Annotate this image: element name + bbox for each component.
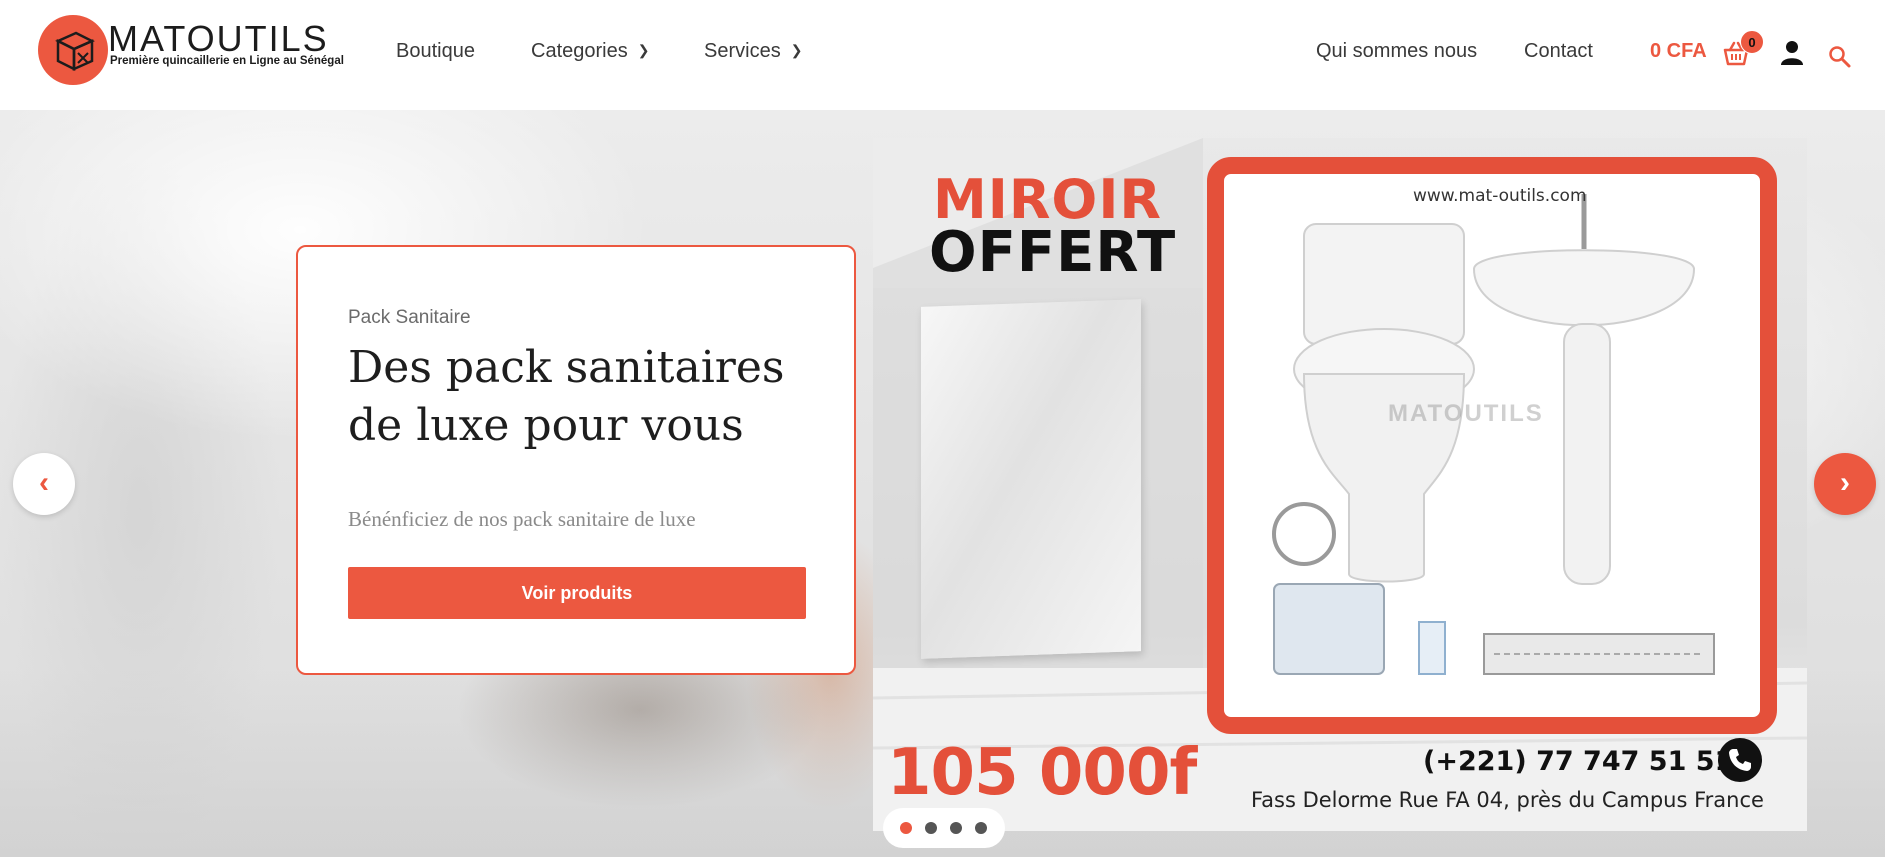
promo-address: Fass Delorme Rue FA 04, près du Campus F… xyxy=(1251,788,1764,812)
slide-subtitle: Bénénficiez de nos pack sanitaire de lux… xyxy=(348,507,696,531)
nav-label: Contact xyxy=(1524,40,1593,62)
logo-wordmark: MATOUTILS xyxy=(108,18,329,59)
nav-about[interactable]: Qui sommes nous xyxy=(1316,40,1477,63)
slider-dot-active[interactable] xyxy=(900,822,912,834)
slide-title: Des pack sanitaires de luxe pour vous xyxy=(348,342,785,451)
promo-image: MIROIR OFFERT www.mat-outils.com MATOUTI… xyxy=(873,138,1807,831)
search-icon[interactable] xyxy=(1828,45,1852,69)
user-icon[interactable] xyxy=(1780,40,1804,66)
chevron-down-icon: ❯ xyxy=(790,42,803,58)
product-frame xyxy=(1207,157,1777,734)
nav-services[interactable]: Services ❯ xyxy=(704,40,802,63)
slide-card: Pack Sanitaire Des pack sanitaires de lu… xyxy=(296,245,856,675)
nav-label: Services xyxy=(704,40,781,62)
promo-headline-2: OFFERT xyxy=(929,220,1177,285)
promo-website: www.mat-outils.com xyxy=(1413,186,1587,206)
chevron-down-icon: ❯ xyxy=(637,42,650,58)
slider-dot[interactable] xyxy=(975,822,987,834)
nav-label: Categories xyxy=(531,40,628,62)
nav-categories[interactable]: Categories ❯ xyxy=(531,40,649,63)
logo-box-icon xyxy=(38,15,108,85)
slider-pagination xyxy=(883,808,1005,848)
promo-phone: (+221) 77 747 51 51 xyxy=(1423,746,1734,777)
slider-dot[interactable] xyxy=(925,822,937,834)
logo-tagline: Première quincaillerie en Ligne au Sénég… xyxy=(110,55,344,67)
nav-label: Boutique xyxy=(396,40,475,62)
cart-count-badge: 0 xyxy=(1740,30,1764,54)
slider-prev-button[interactable]: ‹ xyxy=(13,453,75,515)
slide-kicker: Pack Sanitaire xyxy=(348,307,471,328)
slider-next-button[interactable]: › xyxy=(1814,453,1876,515)
chevron-right-icon: › xyxy=(1840,466,1850,499)
cart-total[interactable]: 0 CFA xyxy=(1650,40,1707,63)
watermark-logo: MATOUTILS xyxy=(1388,400,1544,427)
sanitary-products-illustration xyxy=(1272,194,1715,675)
promo-price: 105 000f xyxy=(887,736,1197,810)
nav-contact[interactable]: Contact xyxy=(1524,40,1593,63)
phone-icon xyxy=(1718,738,1762,782)
chevron-left-icon: ‹ xyxy=(39,466,49,499)
mirror-illustration xyxy=(921,299,1141,659)
nav-boutique[interactable]: Boutique xyxy=(396,40,475,63)
hero-slider: Pack Sanitaire Des pack sanitaires de lu… xyxy=(0,110,1885,857)
site-logo[interactable]: MATOUTILS Première quincaillerie en Lign… xyxy=(38,15,348,85)
site-header: MATOUTILS Première quincaillerie en Lign… xyxy=(0,0,1885,110)
slider-dot[interactable] xyxy=(950,822,962,834)
nav-label: Qui sommes nous xyxy=(1316,40,1478,62)
view-products-button[interactable]: Voir produits xyxy=(348,567,806,619)
